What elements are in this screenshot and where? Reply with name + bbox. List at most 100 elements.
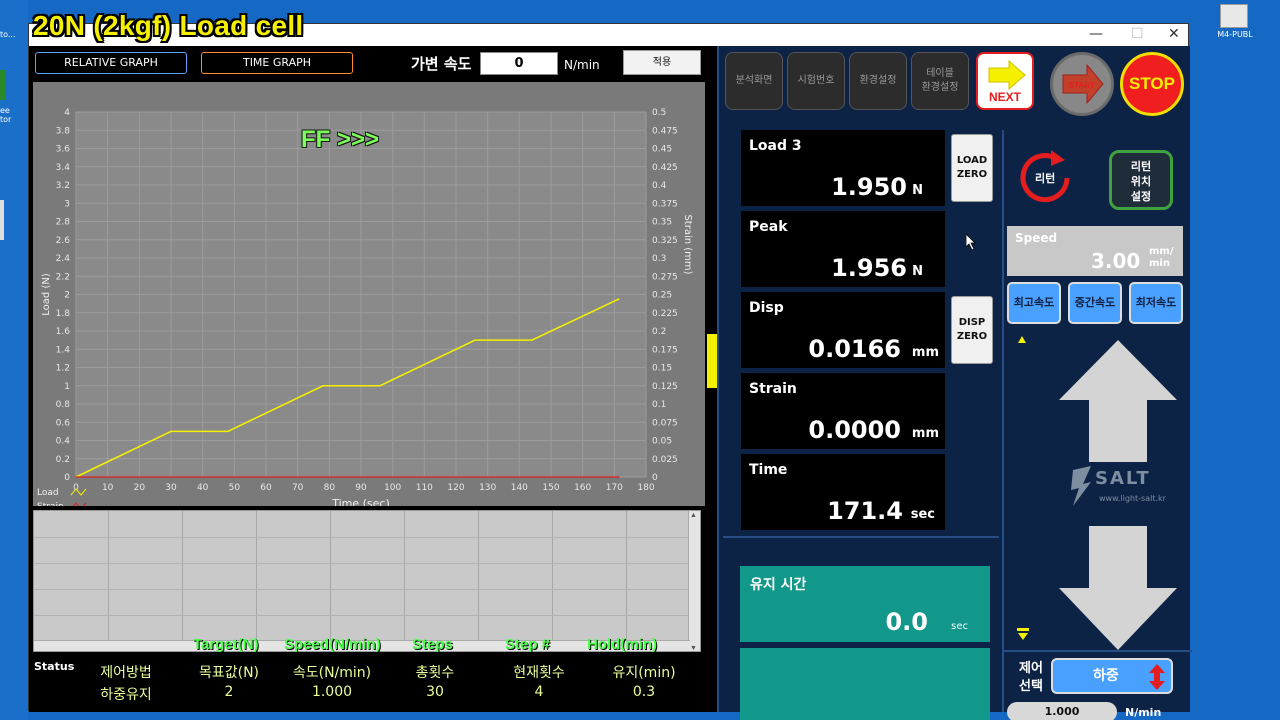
y-tick-label: 0.6 bbox=[56, 418, 71, 428]
readout-unit: mm bbox=[911, 426, 939, 441]
desktop-icon-label[interactable]: M4-PUBL bbox=[1190, 30, 1280, 39]
table-cell: 제어방법 bbox=[100, 665, 152, 681]
settings-button[interactable]: 환경설정 bbox=[849, 52, 907, 110]
x-tick-label: 100 bbox=[384, 483, 401, 493]
desktop-left-strip: to... ee tor bbox=[0, 0, 28, 720]
speed-panel: Speed 3.00 mm/ min bbox=[1007, 226, 1183, 276]
y2-tick-label: 0.1 bbox=[652, 400, 666, 410]
desktop-right-strip: M4-PUBL bbox=[1190, 0, 1280, 720]
min-speed-button[interactable]: 최저속도 bbox=[1129, 282, 1183, 324]
table-settings-button[interactable]: 테이블 환경설정 bbox=[911, 52, 969, 110]
max-speed-button[interactable]: 최고속도 bbox=[1007, 282, 1061, 324]
maximize-icon[interactable]: ☐ bbox=[1131, 26, 1144, 42]
disp-zero-button[interactable]: DISP ZERO bbox=[951, 296, 993, 364]
grid-line bbox=[478, 511, 479, 651]
peak-readout: Peak 1.956 N bbox=[741, 211, 945, 287]
y2-tick-label: 0.45 bbox=[652, 145, 672, 155]
readout-value: 1.956 bbox=[831, 254, 907, 282]
desktop-icon-partial[interactable] bbox=[0, 200, 4, 240]
data-point bbox=[322, 384, 324, 387]
x-tick-label: 130 bbox=[479, 483, 496, 493]
start-label: START bbox=[1068, 81, 1096, 90]
vertical-scrollbar[interactable]: ▲ ▼ bbox=[688, 511, 700, 651]
y-tick-label: 3.6 bbox=[56, 145, 71, 155]
brand-name: SALT bbox=[1095, 468, 1151, 489]
table-cell: 1.000 bbox=[311, 684, 353, 700]
load-zero-button[interactable]: LOAD ZERO bbox=[951, 134, 993, 202]
next-arrow-icon bbox=[988, 59, 1026, 91]
return-label[interactable]: 리턴 bbox=[1035, 170, 1055, 186]
variable-speed-label: 가변 속도 bbox=[411, 55, 472, 73]
hold-time-unit: sec bbox=[951, 621, 968, 632]
mouse-cursor-icon bbox=[966, 234, 976, 250]
control-select-label: 제어 선택 bbox=[1019, 661, 1043, 694]
speed-unit: mm/ min bbox=[1149, 246, 1174, 269]
x-tick-label: 80 bbox=[324, 483, 336, 493]
readout-label: Time bbox=[749, 462, 788, 478]
scroll-down-icon[interactable]: ▼ bbox=[690, 645, 697, 651]
legend-label: Strain bbox=[37, 502, 64, 506]
test-number-button[interactable]: 시험번호 bbox=[787, 52, 845, 110]
minimize-icon[interactable]: — bbox=[1089, 26, 1103, 42]
table-cell: 30 bbox=[426, 684, 444, 700]
analysis-screen-button[interactable]: 분석화면 bbox=[725, 52, 783, 110]
mid-speed-button[interactable]: 중간속도 bbox=[1068, 282, 1122, 324]
y2-tick-label: 0.3 bbox=[652, 254, 666, 264]
y2-tick-label: 0.425 bbox=[652, 163, 678, 173]
relative-graph-tab[interactable]: RELATIVE GRAPH bbox=[35, 52, 187, 74]
x-tick-label: 150 bbox=[542, 483, 559, 493]
y2-tick-label: 0.375 bbox=[652, 199, 678, 209]
close-icon[interactable]: ✕ bbox=[1168, 26, 1180, 42]
return-position-button[interactable]: 리턴 위치 설정 bbox=[1109, 150, 1173, 210]
control-value: 1.000 bbox=[1007, 702, 1117, 720]
move-down-arrow-icon[interactable] bbox=[1059, 526, 1177, 650]
data-point bbox=[227, 430, 229, 433]
table-cell: 4 bbox=[534, 684, 544, 700]
next-button[interactable]: NEXT bbox=[976, 52, 1034, 110]
up-indicator-icon bbox=[1018, 336, 1026, 343]
control-mode-select[interactable]: 하중 bbox=[1051, 658, 1173, 694]
y-tick-label: 2 bbox=[64, 291, 70, 301]
desktop-icon-partial[interactable]: ee tor bbox=[0, 106, 14, 124]
readout-value: 0.0000 bbox=[808, 416, 901, 444]
y2-tick-label: 0.15 bbox=[652, 364, 672, 374]
desktop-folder-icon[interactable] bbox=[1220, 4, 1248, 28]
y-axis-label: Load (N) bbox=[41, 273, 52, 316]
data-point bbox=[170, 430, 172, 433]
time-graph-tab[interactable]: TIME GRAPH bbox=[201, 52, 353, 74]
grid-line bbox=[34, 589, 690, 590]
variable-speed-input[interactable]: 0 bbox=[480, 52, 558, 75]
divider bbox=[723, 536, 999, 538]
x-tick-label: 40 bbox=[197, 483, 209, 493]
desktop-icon-partial[interactable] bbox=[0, 70, 6, 100]
x-tick-label: 180 bbox=[637, 483, 654, 493]
x-tick-label: 20 bbox=[134, 483, 146, 493]
y2-tick-label: 0.075 bbox=[652, 418, 678, 428]
speed-label: Speed bbox=[1015, 231, 1058, 245]
readout-label: Strain bbox=[749, 381, 797, 397]
x-tick-label: 60 bbox=[260, 483, 272, 493]
move-up-arrow-icon[interactable] bbox=[1059, 340, 1177, 462]
scroll-up-icon[interactable]: ▲ bbox=[690, 512, 697, 519]
y-tick-label: 0.4 bbox=[56, 437, 71, 447]
data-grid[interactable]: ▲ ▼ bbox=[33, 510, 701, 652]
header-steps: Steps bbox=[412, 636, 453, 653]
y2-tick-label: 0.225 bbox=[652, 309, 678, 319]
header-speed: Speed(N/min) bbox=[284, 636, 381, 653]
y-tick-label: 2.4 bbox=[56, 254, 71, 264]
x-tick-label: 30 bbox=[165, 483, 177, 493]
divider bbox=[1002, 130, 1004, 712]
y-tick-label: 0.8 bbox=[56, 400, 71, 410]
desktop-icon-partial[interactable]: to... bbox=[0, 30, 16, 39]
apply-button[interactable]: 적용 bbox=[623, 50, 701, 75]
x-tick-label: 90 bbox=[355, 483, 367, 493]
down-indicator-icon bbox=[1017, 628, 1029, 640]
y-tick-label: 3.8 bbox=[56, 126, 71, 136]
start-button[interactable]: START bbox=[1050, 52, 1114, 116]
control-unit: N/min bbox=[1125, 706, 1162, 719]
y-tick-label: 3.4 bbox=[56, 163, 71, 173]
time-readout: Time 171.4 sec bbox=[741, 454, 945, 530]
speed-value: 3.00 bbox=[1091, 249, 1141, 273]
stop-button[interactable]: STOP bbox=[1120, 52, 1184, 116]
data-point bbox=[379, 384, 381, 387]
